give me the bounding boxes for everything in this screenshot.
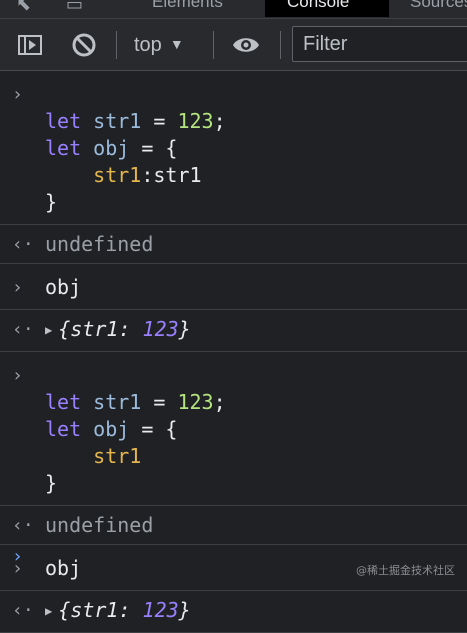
code-text: } (45, 190, 58, 214)
devtools-tab-strip: ⬉ ▭ Elements Console Sources (0, 0, 467, 19)
tab-console[interactable]: Console (265, 0, 389, 17)
console-toolbar: top ▼ (0, 19, 467, 71)
code-line: let str1 = 123; (45, 109, 226, 133)
chevron-left-icon: ‹· (12, 600, 34, 621)
console-output-entry: ‹· ▶ {str1: 123} (0, 591, 467, 633)
toolbar-divider (116, 31, 117, 59)
code-line: let obj = { (45, 417, 177, 441)
watermark: @稀土掘金技术社区 (356, 564, 455, 577)
tab-sources[interactable]: Sources (388, 0, 467, 17)
expand-triangle-icon[interactable]: ▶ (45, 604, 52, 618)
variable: obj (93, 417, 130, 441)
clear-console-icon[interactable] (70, 31, 98, 59)
sidebar-toggle-icon[interactable] (16, 31, 44, 59)
console-output-entry: ‹· ▶ {str1: 123} (0, 310, 467, 352)
code-line: str1 (45, 444, 141, 468)
keyword: let (45, 390, 82, 414)
code-text: = (141, 109, 178, 133)
code-text: = { (129, 136, 178, 160)
keyword: let (45, 136, 82, 160)
chevron-left-icon: ‹· (12, 319, 34, 340)
eye-icon[interactable] (231, 31, 259, 59)
result-value: undefined (45, 513, 154, 537)
code-line: } (45, 471, 57, 495)
object-preview[interactable]: ▶ {str1: 123} (45, 597, 467, 627)
chevron-right-icon: › (12, 277, 23, 298)
toolbar-divider (213, 31, 214, 59)
code-text: = { (129, 417, 178, 441)
device-toolbar-icon[interactable]: ▭ (66, 0, 83, 15)
chevron-right-icon: › (12, 365, 23, 386)
object-value: 123 (142, 598, 179, 622)
keyword: let (45, 417, 82, 441)
code-text: ; (213, 390, 226, 414)
chevron-left-icon: ‹· (12, 234, 34, 255)
object-value: 123 (142, 317, 179, 341)
code-text: obj (45, 275, 82, 299)
code-block[interactable]: obj (45, 274, 467, 301)
number: 123 (177, 390, 214, 414)
variable: obj (93, 136, 130, 160)
chevron-left-icon: ‹· (12, 515, 34, 536)
console-input-entry: › let str1 = 123; let obj = { str1:str1 … (0, 71, 467, 225)
keyword: let (45, 109, 82, 133)
chevron-down-icon: ▼ (169, 36, 184, 52)
code-text: ; (213, 109, 226, 133)
object-preview[interactable]: ▶ {str1: 123} (45, 316, 467, 346)
variable: str1 (93, 390, 142, 414)
code-line: let obj = { (45, 136, 177, 160)
number: 123 (177, 109, 214, 133)
code-line: } (45, 190, 57, 214)
result-value: undefined (45, 232, 154, 256)
chevron-right-icon: › (12, 84, 23, 105)
prompt-chevron-icon: › (12, 546, 23, 567)
object-key: str1 (70, 598, 119, 622)
console-input-entry: › obj (0, 264, 467, 310)
filter-input[interactable] (292, 26, 467, 62)
console-output-entry: ‹· undefined (0, 225, 467, 264)
context-selector[interactable]: top ▼ (134, 32, 184, 58)
expand-triangle-icon[interactable]: ▶ (45, 323, 52, 337)
console-input-entry: › let str1 = 123; let obj = { str1 } (0, 352, 467, 506)
toolbar-divider (280, 31, 281, 59)
property: str1 (93, 163, 142, 187)
property: str1 (93, 444, 142, 468)
code-text: :str1 (141, 163, 202, 187)
context-label: top (134, 34, 162, 56)
object-key: str1 (70, 317, 119, 341)
variable: str1 (93, 109, 142, 133)
code-text: = (141, 390, 178, 414)
tab-elements[interactable]: Elements (130, 0, 245, 17)
code-line: let str1 = 123; (45, 390, 226, 414)
code-block[interactable]: let str1 = 123; let obj = { str1:str1 } (45, 81, 467, 216)
code-line: str1:str1 (45, 163, 202, 187)
inspect-element-icon[interactable]: ⬉ (16, 0, 31, 15)
code-block[interactable]: let str1 = 123; let obj = { str1 } (45, 362, 467, 497)
code-text: } (45, 471, 58, 495)
